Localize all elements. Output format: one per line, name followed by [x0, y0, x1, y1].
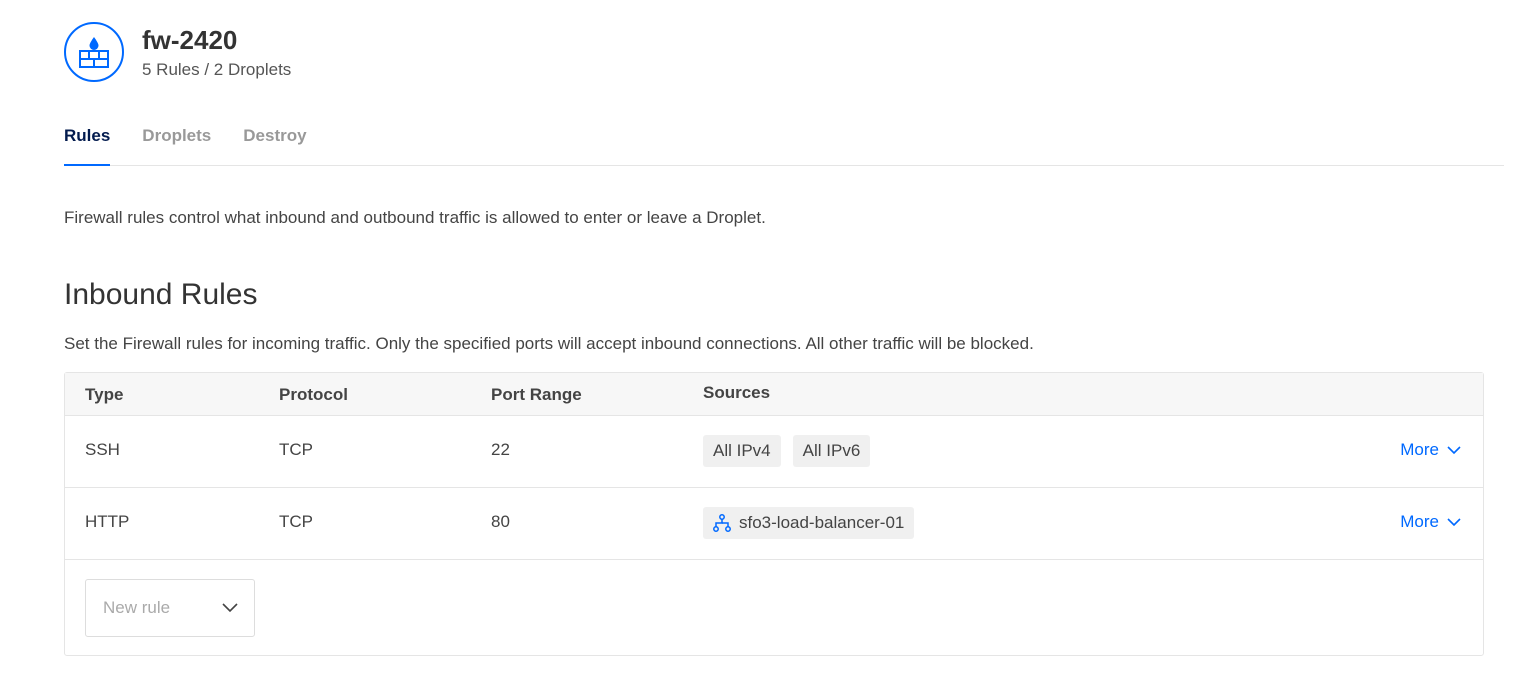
rule-type: HTTP: [85, 512, 130, 531]
inbound-rules-table: Type Protocol Port Range Sources SSH TCP…: [64, 372, 1484, 656]
firewall-header: fw-2420 5 Rules / 2 Droplets: [64, 22, 291, 82]
more-label: More: [1400, 440, 1439, 459]
firewall-summary: 5 Rules / 2 Droplets: [142, 60, 292, 79]
new-rule-select[interactable]: New rule: [85, 579, 255, 637]
inbound-rules-title: Inbound Rules: [64, 278, 258, 311]
firewall-title-block: fw-2420 5 Rules / 2 Droplets: [142, 24, 291, 80]
rule-port: 22: [491, 440, 510, 459]
rule-protocol: TCP: [279, 440, 313, 459]
chevron-down-icon: [222, 603, 238, 613]
column-header-type: Type: [85, 385, 124, 404]
tab-bar: Rules Droplets Destroy: [64, 110, 1504, 166]
rule-type: SSH: [85, 440, 120, 459]
chevron-down-icon: [1447, 445, 1461, 454]
more-dropdown[interactable]: More: [1400, 512, 1461, 532]
source-name: sfo3-load-balancer-01: [739, 513, 905, 532]
more-label: More: [1400, 512, 1439, 531]
tab-droplets[interactable]: Droplets: [142, 110, 211, 166]
source-chip: All IPv4: [703, 435, 781, 467]
table-row: HTTP TCP 80 sfo3-load-balancer-01 More: [65, 488, 1483, 560]
load-balancer-icon: [713, 514, 731, 532]
table-header: Type Protocol Port Range Sources: [65, 373, 1483, 416]
column-header-protocol: Protocol: [279, 385, 348, 404]
rule-sources: sfo3-load-balancer-01: [703, 507, 926, 539]
firewall-name: fw-2420: [142, 25, 238, 55]
column-header-port-range: Port Range: [491, 385, 582, 404]
tab-rules[interactable]: Rules: [64, 110, 111, 166]
intro-text: Firewall rules control what inbound and …: [64, 208, 766, 227]
rule-protocol: TCP: [279, 512, 313, 531]
column-header-sources: Sources: [703, 383, 771, 402]
more-dropdown[interactable]: More: [1400, 440, 1461, 460]
chevron-down-icon: [1447, 517, 1461, 526]
rule-port: 80: [491, 512, 510, 531]
table-row: SSH TCP 22 All IPv4 All IPv6 More: [65, 416, 1483, 488]
inbound-rules-description: Set the Firewall rules for incoming traf…: [64, 334, 1034, 353]
new-rule-placeholder: New rule: [103, 598, 171, 617]
tab-destroy[interactable]: Destroy: [243, 110, 306, 166]
firewall-icon: [64, 22, 124, 82]
source-chip: sfo3-load-balancer-01: [703, 507, 915, 539]
rule-sources: All IPv4 All IPv6: [703, 435, 882, 467]
source-chip: All IPv6: [792, 435, 871, 467]
